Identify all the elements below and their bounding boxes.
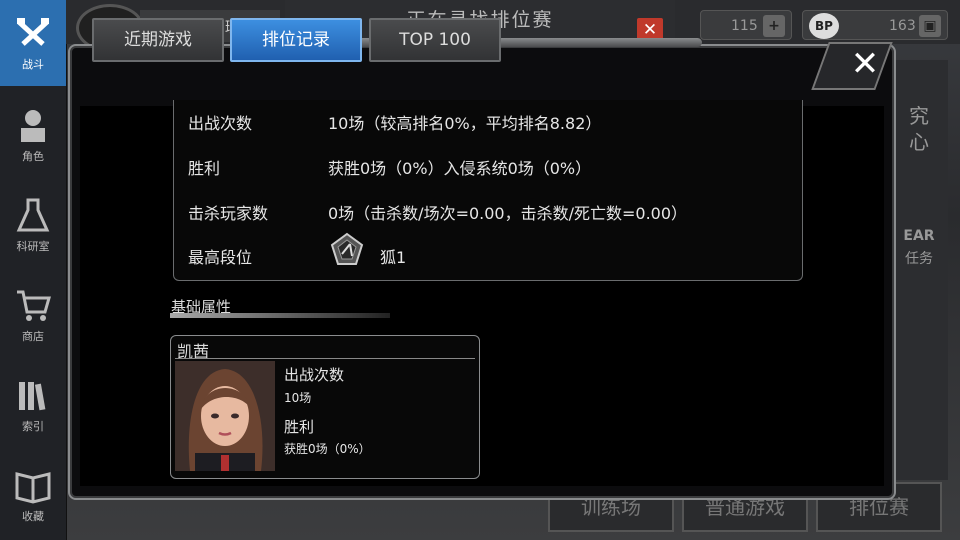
nav-item-battle[interactable]: 战斗 — [0, 0, 66, 86]
currency-2-value: 163 — [889, 18, 916, 34]
cart-icon — [17, 290, 51, 321]
nav-item-character[interactable]: 角色 — [0, 92, 66, 178]
currency-2-box: BP ▣ 163 — [802, 10, 948, 40]
nav-label: 战斗 — [22, 58, 44, 71]
books-icon — [19, 382, 46, 411]
rank-emblem-icon — [330, 232, 364, 265]
nav-label: 索引 — [22, 420, 44, 433]
right-label: 究 — [909, 104, 929, 128]
nav-label: 商店 — [22, 330, 44, 343]
currency-1-value: 115 — [731, 18, 758, 34]
character-portrait — [175, 361, 275, 471]
tab-recent-games[interactable]: 近期游戏 — [92, 18, 224, 62]
right-label[interactable]: 任务 — [890, 248, 948, 268]
left-nav: 战斗 角色 科研室 商店 索引 收藏 — [0, 0, 67, 540]
nav-item-index[interactable]: 索引 — [0, 362, 66, 448]
stat-games-label: 出战次数 — [188, 114, 253, 133]
bp-icon: BP — [809, 13, 839, 39]
nav-label: 角色 — [22, 150, 44, 163]
char-wins-value: 获胜0场（0%） — [284, 442, 371, 456]
flask-icon — [16, 198, 50, 232]
char-wins-label: 胜利 — [284, 418, 315, 436]
stat-wins-label: 胜利 — [188, 159, 221, 178]
add-currency-icon[interactable]: + — [763, 15, 785, 37]
stat-kills-label: 击杀玩家数 — [188, 204, 269, 223]
nav-item-lab[interactable]: 科研室 — [0, 182, 66, 268]
stat-kills-value: 0场（击杀数/场次=0.00，击杀数/死亡数=0.00） — [328, 204, 688, 223]
close-icon[interactable]: ✕ — [840, 42, 890, 86]
right-label: 心 — [909, 130, 929, 154]
section-underline — [170, 313, 390, 318]
card-icon[interactable]: ▣ — [919, 15, 941, 37]
stat-wins-value: 获胜0场（0%）入侵系统0场（0%） — [328, 159, 592, 178]
right-label: EAR — [903, 228, 935, 244]
char-games-value: 10场 — [284, 391, 312, 405]
character-icon — [21, 110, 45, 142]
nav-item-collection[interactable]: 收藏 — [0, 452, 66, 538]
tab-ranked-record[interactable]: 排位记录 — [230, 18, 362, 62]
stat-games-value: 10场（较高排名0%，平均排名8.82） — [328, 114, 602, 133]
open-book-icon — [15, 472, 51, 504]
currency-1-box: + 115 — [700, 10, 792, 40]
nav-label: 科研室 — [16, 240, 50, 253]
nav-label: 收藏 — [22, 510, 44, 523]
tab-top-100[interactable]: TOP 100 — [369, 18, 501, 62]
stat-rank-label: 最高段位 — [188, 248, 253, 267]
nav-item-shop[interactable]: 商店 — [0, 272, 66, 358]
right-side-panel: 究 心 EAR 任务 — [890, 60, 948, 480]
char-games-label: 出战次数 — [284, 366, 345, 384]
crossed-guns-icon — [17, 18, 49, 46]
divider — [175, 358, 475, 359]
stat-rank-value: 狐1 — [380, 248, 407, 267]
